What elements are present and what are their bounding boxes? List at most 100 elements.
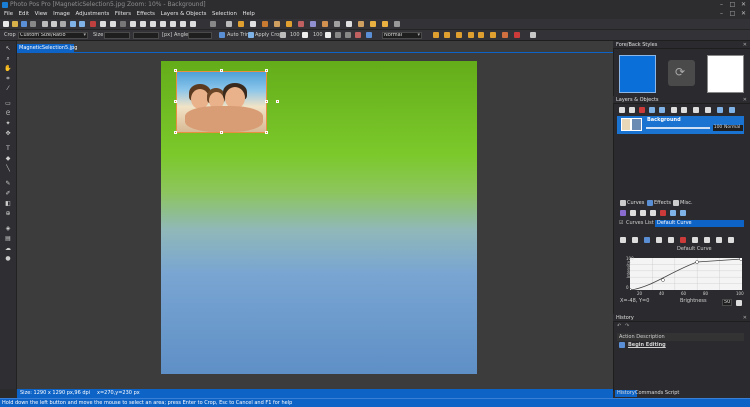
layer-opacity-slider[interactable] <box>646 127 710 129</box>
curve-tool-icon[interactable] <box>716 237 722 243</box>
delete-layer-icon[interactable] <box>639 107 645 113</box>
mask-icon[interactable] <box>705 107 711 113</box>
apply-crop-button[interactable]: Apply Crop <box>255 32 282 39</box>
swap-colors-button[interactable]: ⟳ <box>668 60 695 86</box>
curve-open-icon[interactable] <box>630 210 636 216</box>
curve-tool-icon[interactable] <box>692 237 698 243</box>
layer-icon[interactable] <box>238 21 244 27</box>
resize-handle[interactable] <box>265 69 268 72</box>
resize-handle[interactable] <box>174 69 177 72</box>
curve-tool-icon[interactable] <box>620 237 626 243</box>
zoom-out-icon[interactable] <box>180 21 186 27</box>
copy-icon[interactable] <box>51 21 57 27</box>
new-file-icon[interactable] <box>3 21 9 27</box>
selection-intersect-icon[interactable] <box>490 32 496 38</box>
history-undo-icon[interactable]: ↶ <box>617 323 621 330</box>
doc-maximize-button[interactable]: □ <box>728 10 737 18</box>
layer-down-icon[interactable] <box>659 107 665 113</box>
panel-close-icon[interactable]: ✕ <box>743 315 747 321</box>
marquee-icon[interactable] <box>502 32 508 38</box>
history-item[interactable]: Begin Editing <box>617 341 744 349</box>
canvas-icon[interactable] <box>140 21 146 27</box>
curve-down-icon[interactable] <box>680 210 686 216</box>
zoom-in-icon[interactable] <box>170 21 176 27</box>
blur-tool-icon[interactable]: ● <box>4 256 12 262</box>
blend-mode-select[interactable]: Normal <box>382 32 422 39</box>
curve-tool-icon[interactable] <box>644 237 650 243</box>
eraser-tool-icon[interactable]: ◧ <box>4 201 12 207</box>
curve-point[interactable] <box>661 278 665 282</box>
menu-filters[interactable]: Filters <box>113 10 133 19</box>
background-color-swatch[interactable] <box>707 55 744 93</box>
page-icon[interactable] <box>110 21 116 27</box>
tab-commands-script[interactable]: Commands Script <box>635 390 679 397</box>
doc-minimize-button[interactable]: – <box>717 10 726 18</box>
fill-tool-icon[interactable]: ◈ <box>4 226 12 232</box>
resize-handle[interactable] <box>220 131 223 134</box>
history-redo-icon[interactable]: ↷ <box>625 323 629 330</box>
menu-view[interactable]: View <box>33 10 50 19</box>
properties-icon[interactable] <box>250 21 256 27</box>
select-all-icon[interactable] <box>433 32 439 38</box>
resize-handle[interactable] <box>265 131 268 134</box>
gradient-icon[interactable] <box>345 32 351 38</box>
print-icon[interactable] <box>30 21 36 27</box>
batch-icon[interactable] <box>358 21 364 27</box>
menu-edit[interactable]: Edit <box>17 10 31 19</box>
magic-wand-tool-icon[interactable]: ✦ <box>4 121 12 127</box>
open-folder-icon[interactable] <box>12 21 18 27</box>
tab-history[interactable]: History <box>615 390 637 397</box>
white-swatch-icon[interactable] <box>302 32 308 38</box>
curve-graph[interactable] <box>630 258 742 290</box>
maximize-button[interactable]: □ <box>728 1 737 9</box>
close-button[interactable]: ✕ <box>739 1 748 9</box>
clone-tool-icon[interactable]: ⊕ <box>4 211 12 217</box>
eyedropper-tool-icon[interactable]: ⁄ <box>4 86 12 92</box>
settings-icon[interactable] <box>226 21 232 27</box>
move-tool-icon[interactable]: ✥ <box>4 131 12 137</box>
zoom-tool-icon[interactable]: ⌕ <box>4 56 12 62</box>
paste-icon[interactable] <box>60 21 66 27</box>
menu-layers-objects[interactable]: Layers & Objects <box>159 10 209 19</box>
frame-icon[interactable] <box>334 21 340 27</box>
rotate-handle[interactable] <box>276 100 279 103</box>
layer-props-icon[interactable] <box>693 107 699 113</box>
curve-point[interactable] <box>739 258 743 261</box>
invert-selection-icon[interactable] <box>456 32 462 38</box>
color-icon[interactable] <box>274 21 280 27</box>
curve-copy-icon[interactable] <box>650 210 656 216</box>
duplicate-layer-icon[interactable] <box>629 107 635 113</box>
select-none-icon[interactable] <box>444 32 450 38</box>
flatten-icon[interactable] <box>681 107 687 113</box>
menu-image[interactable]: Image <box>51 10 72 19</box>
menu-file[interactable]: File <box>2 10 15 19</box>
brush-tool-icon[interactable]: ✎ <box>4 181 12 187</box>
curve-value-input[interactable]: 50 <box>722 299 732 306</box>
panel-close-icon[interactable]: ✕ <box>743 97 747 103</box>
tab-curves[interactable]: Curves <box>627 199 644 207</box>
angle-input[interactable] <box>188 32 212 39</box>
brush-icon[interactable] <box>286 21 292 27</box>
panel-close-icon[interactable]: ✕ <box>743 42 747 48</box>
curve-tool-icon[interactable] <box>632 237 638 243</box>
camera-icon[interactable] <box>382 21 388 27</box>
resize-handle[interactable] <box>174 131 177 134</box>
curve-point[interactable] <box>695 260 699 264</box>
color-picker-icon[interactable] <box>355 32 361 38</box>
delete-icon[interactable] <box>90 21 96 27</box>
curve-save-icon[interactable] <box>640 210 646 216</box>
scanner-icon[interactable] <box>370 21 376 27</box>
text-tool-icon[interactable]: T <box>4 146 12 152</box>
curve-point[interactable] <box>630 288 632 291</box>
menu-effects[interactable]: Effects <box>135 10 157 19</box>
merge-icon[interactable] <box>671 107 677 113</box>
width-input[interactable] <box>104 32 130 39</box>
resize-handle[interactable] <box>174 100 177 103</box>
pencil-tool-icon[interactable]: ✐ <box>4 191 12 197</box>
pointer-tool-icon[interactable]: ↖ <box>4 46 12 52</box>
tab-misc[interactable]: Misc. <box>680 199 693 207</box>
layer-up-icon[interactable] <box>649 107 655 113</box>
blue-swatch-icon[interactable] <box>366 32 372 38</box>
grid-icon[interactable] <box>210 21 216 27</box>
line-tool-icon[interactable]: ╲ <box>4 166 12 172</box>
